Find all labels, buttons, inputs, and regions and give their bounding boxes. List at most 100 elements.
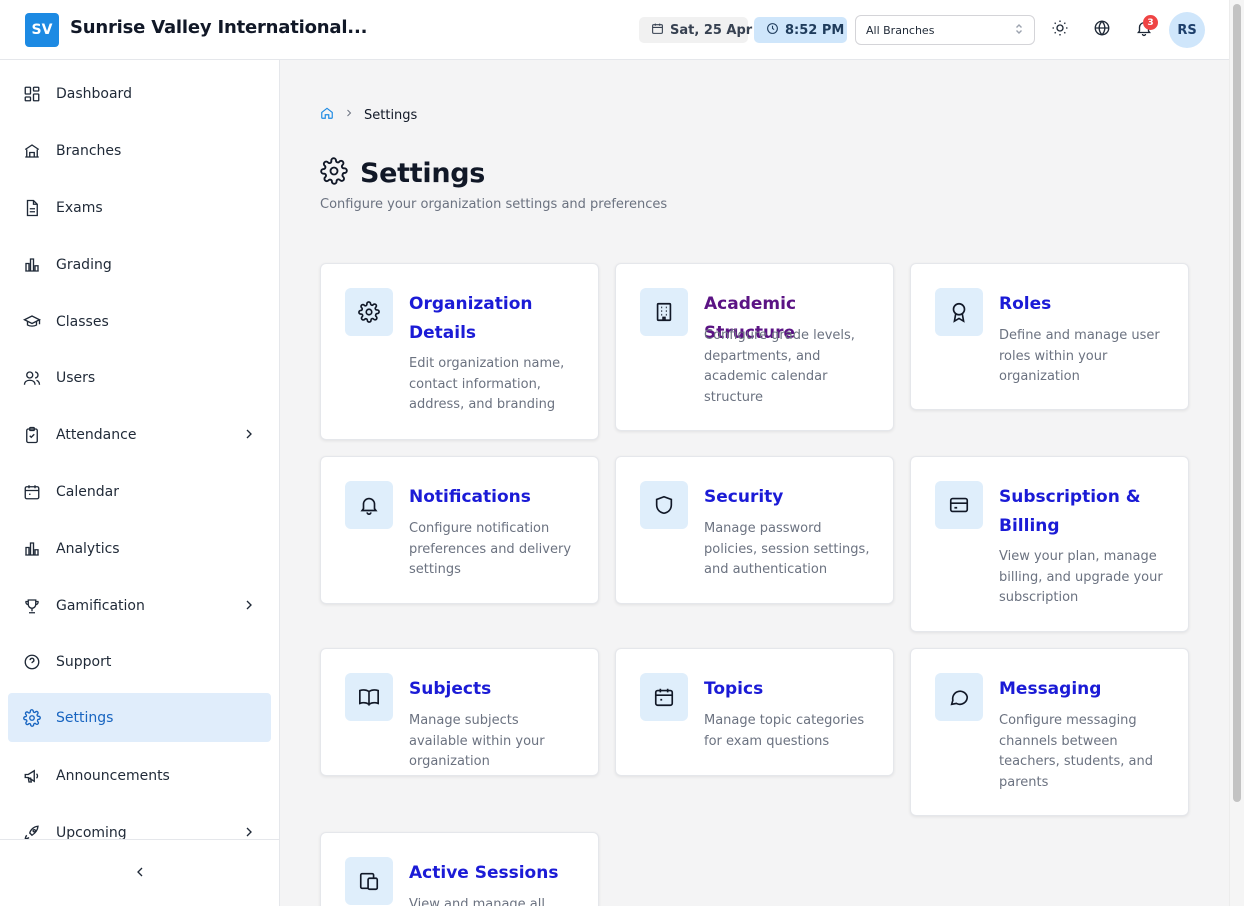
sidebar-item-label: Users [56, 369, 96, 386]
card-description: Define and manage user roles within your… [999, 328, 1160, 384]
sidebar-item-announcements[interactable]: Announcements [8, 751, 271, 800]
breadcrumb: Settings [320, 106, 417, 124]
chevron-right-icon [241, 426, 257, 442]
sidebar-item-branches[interactable]: Branches [8, 126, 271, 175]
sidebar-item-analytics[interactable]: Analytics [8, 524, 271, 573]
scrollbar-thumb[interactable] [1233, 4, 1241, 802]
sidebar-item-label: Branches [56, 142, 122, 159]
dashboard-icon [23, 85, 41, 103]
card-title[interactable]: Roles [999, 290, 1171, 319]
sidebar-item-label: Announcements [56, 767, 170, 784]
page-subtitle: Configure your organization settings and… [320, 197, 668, 212]
chevron-right-icon [241, 824, 257, 840]
sidebar-item-label: Dashboard [56, 85, 132, 102]
sidebar-item-attendance[interactable]: Attendance [8, 410, 271, 459]
notification-count-badge: 3 [1143, 15, 1158, 30]
top-bar: SV Sunrise Valley International... Sat, … [0, 0, 1229, 60]
globe-icon [1093, 19, 1111, 41]
page-header: Settings [320, 157, 485, 189]
sidebar-item-gamification[interactable]: Gamification [8, 581, 271, 630]
card-title[interactable]: Security [704, 483, 876, 512]
home-icon[interactable] [320, 106, 334, 124]
bell-icon [345, 481, 393, 529]
sidebar-footer [0, 839, 279, 906]
sidebar-item-label: Grading [56, 256, 112, 273]
page-title: Settings [360, 157, 486, 189]
calendar-icon [23, 483, 41, 501]
date-pill: Sat, 25 Apr [639, 17, 752, 43]
sidebar: Dashboard Branches Exams Grading Classes… [0, 60, 280, 906]
gear-icon [23, 708, 41, 727]
sidebar-item-settings[interactable]: Settings [8, 693, 271, 742]
settings-card-notifications[interactable]: Notifications Configure notification pre… [320, 456, 599, 604]
settings-card-roles[interactable]: Roles Define and manage user roles withi… [910, 263, 1189, 410]
settings-card-academic-structure[interactable]: Academic Structure Configure grade level… [615, 263, 894, 431]
devices-icon [345, 857, 393, 905]
settings-card-messaging[interactable]: Messaging Configure messaging channels b… [910, 648, 1189, 816]
sidebar-item-label: Analytics [56, 540, 120, 557]
calendar-icon [651, 22, 664, 39]
card-title[interactable]: Organization Details [409, 290, 581, 348]
clock-icon [766, 22, 779, 39]
sidebar-item-grading[interactable]: Grading [8, 240, 271, 289]
users-icon [23, 369, 41, 387]
sidebar-item-users[interactable]: Users [8, 353, 271, 402]
card-description: View your plan, manage billing, and upgr… [999, 549, 1163, 605]
sidebar-item-label: Gamification [56, 597, 145, 614]
card-description: Manage subjects available within your or… [409, 713, 545, 769]
page-scrollbar[interactable] [1229, 0, 1244, 906]
sidebar-item-exams[interactable]: Exams [8, 183, 271, 232]
card-description: Edit organization name, contact informat… [409, 356, 565, 412]
theme-toggle-button[interactable] [1048, 18, 1072, 42]
card-title[interactable]: Notifications [409, 483, 581, 512]
card-description: Configure messaging channels between tea… [999, 713, 1154, 790]
card-title[interactable]: Subscription & Billing [999, 483, 1171, 541]
gear-icon [320, 157, 348, 189]
clipboard-check-icon [23, 426, 41, 444]
gear-icon [345, 288, 393, 336]
bar-chart-icon [23, 256, 41, 274]
sun-icon [1051, 19, 1069, 41]
shield-icon [640, 481, 688, 529]
help-circle-icon [23, 653, 41, 671]
date-text: Sat, 25 Apr [670, 22, 753, 38]
settings-card-subscription-billing[interactable]: Subscription & Billing View your plan, m… [910, 456, 1189, 632]
org-name: Sunrise Valley International... [70, 17, 368, 38]
building-icon [23, 142, 41, 160]
settings-card-active-sessions[interactable]: Active Sessions View and manage all [320, 832, 599, 906]
sidebar-item-support[interactable]: Support [8, 637, 271, 686]
card-title[interactable]: Active Sessions [409, 859, 581, 888]
chevron-left-icon [132, 864, 148, 884]
breadcrumb-separator-icon [343, 107, 355, 123]
sidebar-item-dashboard[interactable]: Dashboard [8, 69, 271, 118]
sidebar-item-label: Support [56, 653, 112, 670]
card-title[interactable]: Subjects [409, 675, 581, 704]
sidebar-item-label: Exams [56, 199, 103, 216]
user-avatar[interactable]: RS [1169, 12, 1205, 48]
sidebar-item-label: Settings [56, 709, 114, 726]
time-pill: 8:52 PM [754, 17, 847, 43]
org-logo[interactable]: SV [25, 13, 59, 47]
settings-card-subjects[interactable]: Subjects Manage subjects available withi… [320, 648, 599, 776]
card-description: Configure grade levels, departments, and… [704, 328, 855, 405]
collapse-sidebar-button[interactable] [130, 864, 150, 884]
branch-select-value: All Branches [866, 23, 935, 37]
settings-card-topics[interactable]: Topics Manage topic categories for exam … [615, 648, 894, 776]
settings-card-security[interactable]: Security Manage password policies, sessi… [615, 456, 894, 604]
card-description: Configure notification preferences and d… [409, 521, 572, 577]
language-button[interactable] [1090, 18, 1114, 42]
card-description: Manage password policies, session settin… [704, 521, 870, 577]
document-icon [23, 199, 41, 217]
settings-card-organization-details[interactable]: Organization Details Edit organization n… [320, 263, 599, 440]
graduation-cap-icon [23, 313, 41, 331]
main-content: Settings Settings Configure your organiz… [280, 60, 1229, 906]
card-title[interactable]: Messaging [999, 675, 1171, 704]
sidebar-item-classes[interactable]: Classes [8, 297, 271, 346]
trophy-icon [23, 597, 41, 615]
time-text: 8:52 PM [785, 22, 845, 38]
sidebar-item-calendar[interactable]: Calendar [8, 467, 271, 516]
card-title[interactable]: Topics [704, 675, 876, 704]
branch-select[interactable]: All Branches [855, 15, 1035, 45]
book-icon [345, 673, 393, 721]
breadcrumb-current: Settings [364, 107, 418, 123]
